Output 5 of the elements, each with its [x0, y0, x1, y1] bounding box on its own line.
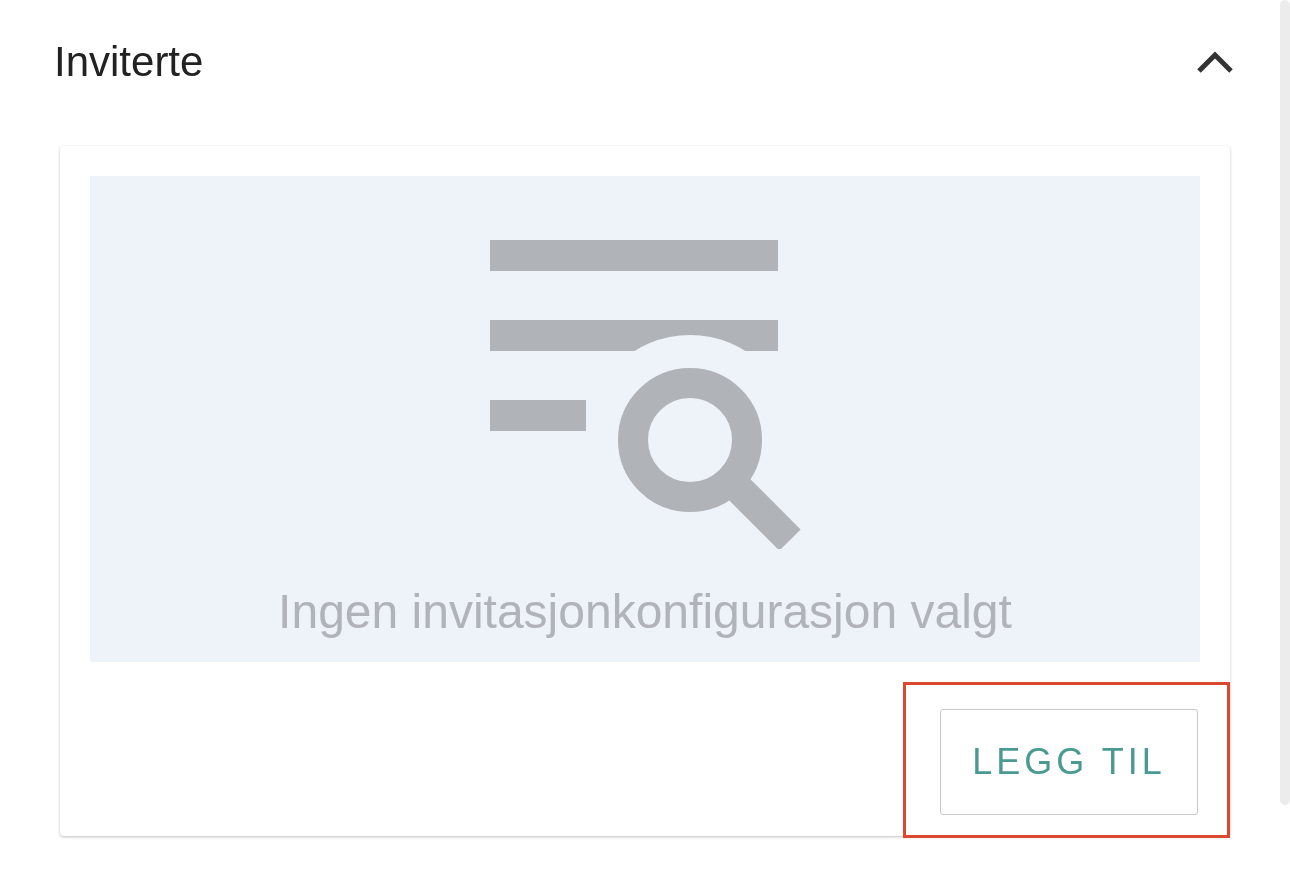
list-search-icon [489, 239, 801, 549]
section-title: Inviterte [54, 38, 204, 86]
add-button[interactable]: LEGG TIL [940, 709, 1198, 815]
empty-message: Ingen invitasjonkonfigurasjon valgt [278, 584, 1012, 639]
chevron-icon[interactable] [1196, 50, 1235, 74]
